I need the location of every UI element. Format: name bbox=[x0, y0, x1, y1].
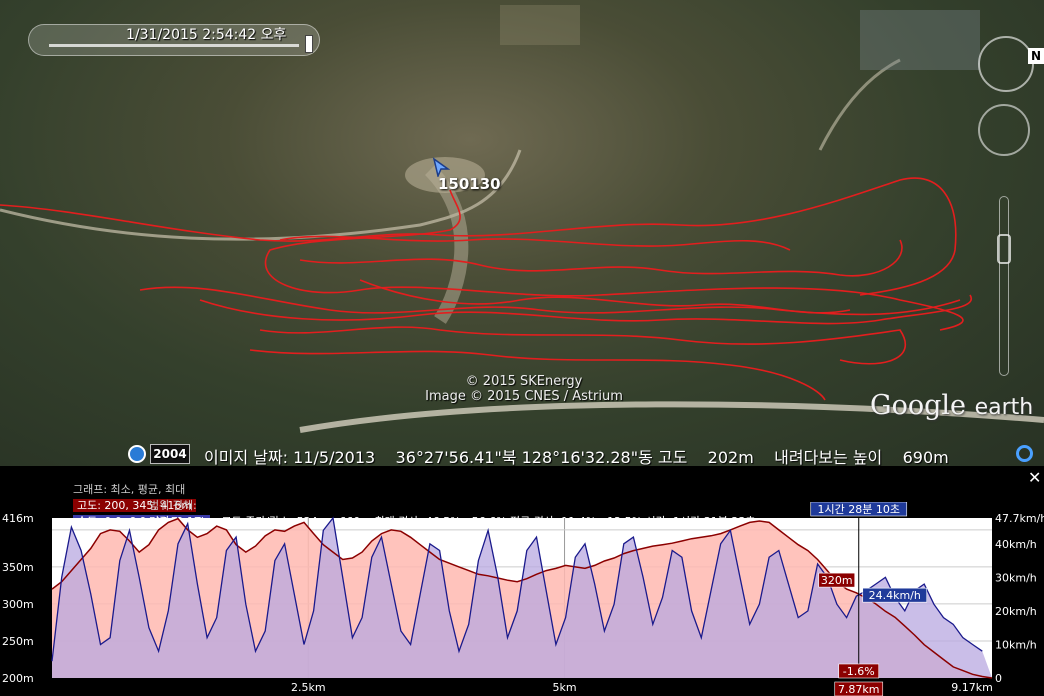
elevation-profile-panel: 그래프: 최소, 평균, 최대 고도: 200, 345, 416m 속도: 0… bbox=[0, 466, 1044, 696]
gps-track-segment bbox=[139, 286, 961, 316]
streaming-indicator-icon bbox=[1016, 445, 1033, 462]
y-right-tick-label: 20km/h bbox=[995, 605, 1037, 618]
status-bar: 2004 이미지 날짜: 11/5/2013 36°27'56.41"북 128… bbox=[0, 442, 1044, 466]
compass-ring[interactable] bbox=[978, 36, 1034, 92]
logo-google-text: Google bbox=[870, 390, 966, 421]
close-icon[interactable]: ✕ bbox=[1028, 468, 1041, 487]
placemark-label: 150130 bbox=[438, 175, 501, 193]
profile-graph[interactable]: 416m 350m 300m 250m 200m 47.7km/h 40km/h 30km/h… bbox=[0, 502, 1044, 696]
profile-row-1: 그래프: 최소, 평균, 최대 고도: 200, 345, 416m 속도: 0… bbox=[52, 466, 210, 528]
y-right-tick-label: 30km/h bbox=[995, 571, 1037, 584]
gps-track-segment bbox=[264, 189, 964, 331]
cursor-speed-label: 24.4km/h bbox=[869, 589, 921, 602]
map-view[interactable]: 1/31/2015 2:54:42 오후 150130 © 2015 SKEne… bbox=[0, 0, 1044, 466]
status-info: 이미지 날짜: 11/5/2013 36°27'56.41"북 128°16'3… bbox=[204, 448, 949, 466]
y-right-tick-label: 10km/h bbox=[995, 638, 1037, 651]
y-left-tick-label: 416m bbox=[2, 512, 34, 525]
gps-track bbox=[0, 177, 973, 401]
cursor-distance-label: 7.87km bbox=[838, 683, 880, 696]
copyright-line-2: Image © 2015 CNES / Astrium bbox=[425, 389, 623, 404]
y-left-tick-label: 200m bbox=[2, 672, 34, 685]
zoom-thumb[interactable] bbox=[997, 234, 1011, 264]
cursor-time-label: 1시간 28분 10초 bbox=[818, 503, 900, 516]
y-right-tick-label: 40km/h bbox=[995, 538, 1037, 551]
north-up-icon[interactable]: N bbox=[1028, 48, 1044, 64]
historical-imagery-clock-icon[interactable] bbox=[128, 445, 146, 463]
copyright-line-1: © 2015 SKEnergy bbox=[465, 374, 583, 389]
time-slider-track bbox=[49, 44, 299, 47]
y-left-tick-label: 250m bbox=[2, 635, 34, 648]
gps-track-segment bbox=[0, 177, 957, 296]
gps-track-segment bbox=[299, 239, 903, 277]
y-right-tick-label: 47.7km/h bbox=[995, 512, 1044, 525]
gps-track-segment bbox=[359, 279, 851, 314]
imagery-year-badge[interactable]: 2004 bbox=[150, 444, 190, 464]
cursor-elevation-label: 320m bbox=[821, 574, 853, 587]
cursor-slope-label: -1.6% bbox=[843, 665, 875, 678]
google-earth-logo: Google earth bbox=[870, 390, 1033, 421]
gps-track-segment bbox=[199, 294, 973, 325]
logo-earth-text: earth bbox=[974, 395, 1034, 420]
time-slider-thumb[interactable] bbox=[305, 35, 313, 53]
look-joystick[interactable] bbox=[978, 104, 1030, 156]
gps-track-segment bbox=[259, 326, 907, 365]
x-tick-label: 2.5km bbox=[291, 681, 326, 694]
imagery-copyright: © 2015 SKEnergy Image © 2015 CNES / Astr… bbox=[404, 374, 644, 404]
time-slider-label: 1/31/2015 2:54:42 오후 bbox=[126, 27, 287, 43]
zoom-slider[interactable] bbox=[999, 196, 1009, 376]
x-tick-label: 5km bbox=[552, 681, 576, 694]
tour-arrow-icon[interactable] bbox=[432, 157, 450, 177]
profile-row-2: 범위 전체: 거리: 9.17km 고도 증가/감소: 524m, -660m … bbox=[128, 482, 755, 528]
y-right-tick-label: 0 bbox=[995, 672, 1002, 685]
y-left-tick-label: 350m bbox=[2, 561, 34, 574]
y-left-tick-label: 300m bbox=[2, 598, 34, 611]
x-tick-label: 9.17km bbox=[951, 681, 993, 694]
